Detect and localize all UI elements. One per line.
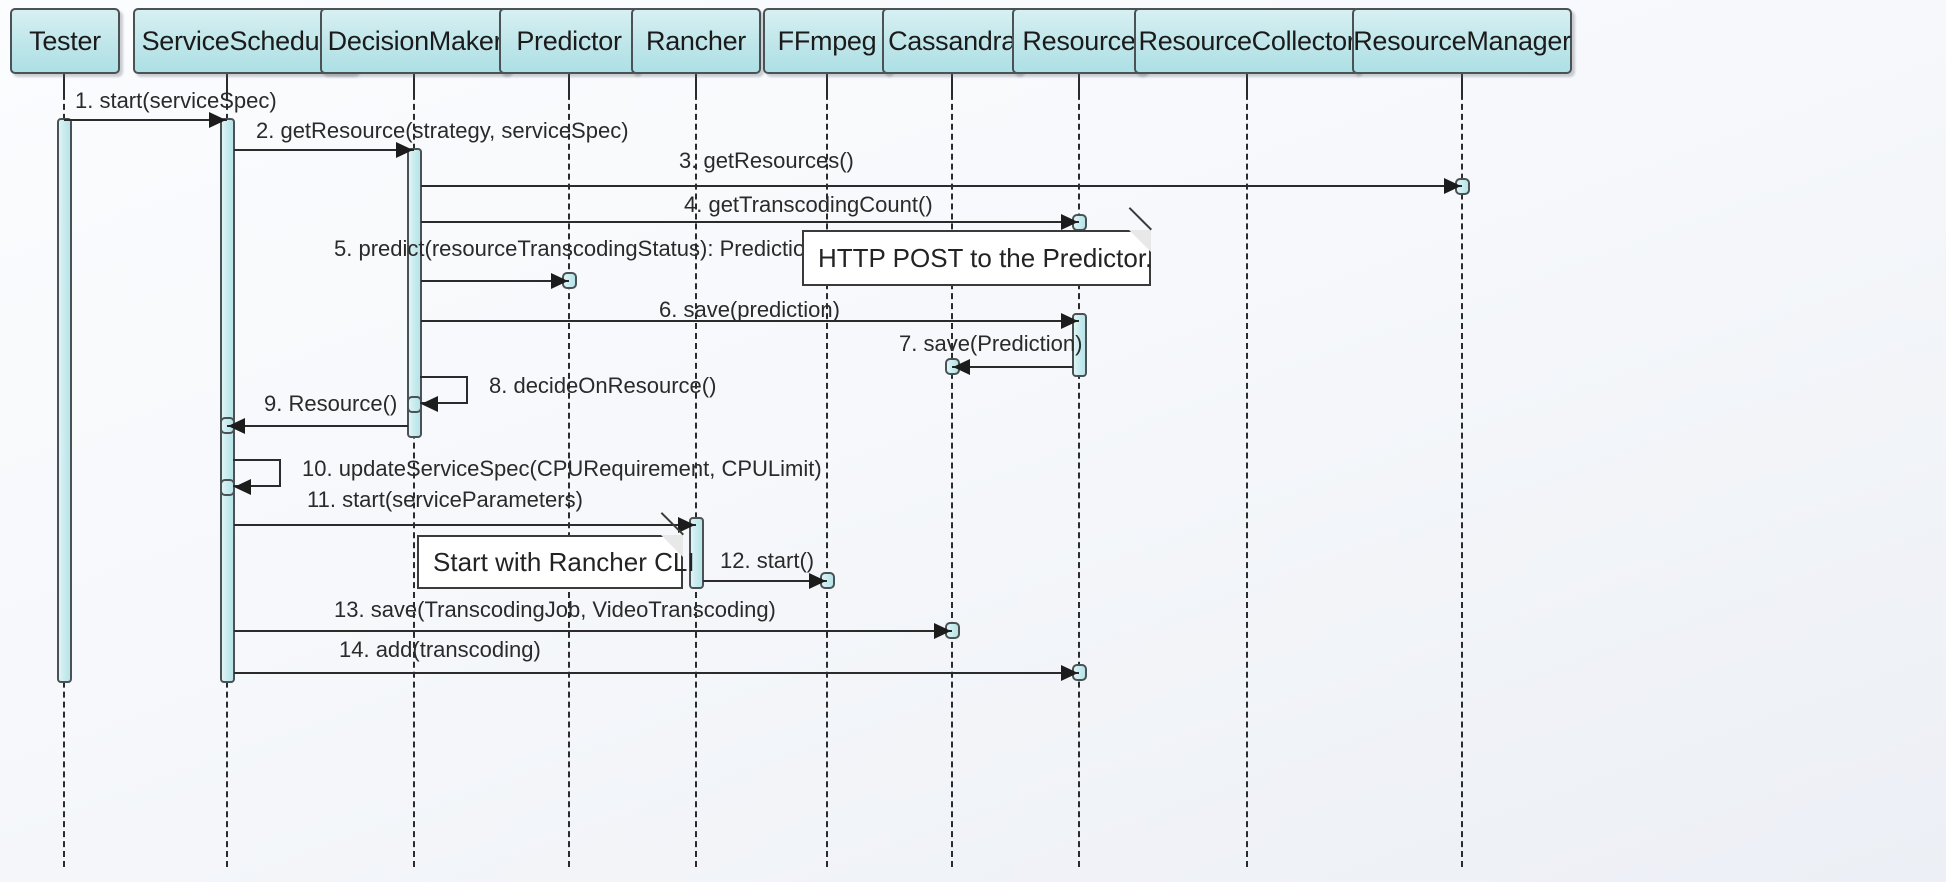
message-label-3: 3. getResources() bbox=[679, 148, 854, 173]
message-label-9: 9. Resource() bbox=[264, 391, 398, 416]
participant-label: Predictor bbox=[516, 25, 622, 56]
message-line-3 bbox=[421, 185, 1462, 187]
activation-bar-serviceScheduler bbox=[220, 118, 235, 683]
arrowhead-13 bbox=[934, 623, 951, 639]
participant-label: Tester bbox=[29, 25, 101, 56]
note-rancher-cli: Start with Rancher CLI bbox=[417, 512, 695, 589]
message-line-13 bbox=[234, 630, 952, 632]
participant-tester[interactable]: Tester bbox=[10, 8, 120, 74]
message-line-4 bbox=[421, 221, 1079, 223]
arrowhead-10 bbox=[234, 479, 251, 495]
participant-label: FFmpeg bbox=[777, 25, 877, 56]
lifeline-cassandra bbox=[951, 74, 953, 867]
message-line-5 bbox=[421, 280, 569, 282]
message-label-12: 12. start() bbox=[720, 548, 815, 573]
message-label-6: 6. save(prediction) bbox=[659, 297, 840, 322]
arrowhead-9 bbox=[228, 418, 245, 434]
message-label-7: 7. save(Prediction) bbox=[899, 331, 1083, 356]
participant-label: Rancher bbox=[646, 25, 746, 56]
lifeline-stub-resourceCollector bbox=[1246, 74, 1248, 96]
participant-resource[interactable]: Resource bbox=[1012, 8, 1146, 74]
message-line-2 bbox=[234, 149, 414, 151]
lifeline-stub-decisionMaker bbox=[413, 74, 415, 96]
note-dogear-icon bbox=[1129, 230, 1151, 252]
arrowhead-5 bbox=[551, 273, 568, 289]
lifeline-stub-predictor bbox=[568, 74, 570, 96]
message-label-1: 1. start(serviceSpec) bbox=[75, 88, 277, 113]
participant-label: Cassandra bbox=[888, 25, 1016, 56]
message-label-2: 2. getResource(strategy, serviceSpec) bbox=[256, 118, 629, 143]
arrowhead-4 bbox=[1061, 214, 1078, 230]
arrowhead-14 bbox=[1061, 665, 1078, 681]
lifeline-stub-resourceManager bbox=[1461, 74, 1463, 96]
note-fold-line bbox=[1128, 207, 1152, 231]
participant-label: Resource bbox=[1022, 25, 1136, 56]
note-dogear-icon bbox=[661, 535, 683, 557]
lifeline-stub-rancher bbox=[695, 74, 697, 96]
lifeline-stub-tester bbox=[63, 74, 65, 96]
note-http-post: HTTP POST to the Predictor. bbox=[802, 207, 1153, 286]
arrowhead-8 bbox=[421, 396, 438, 412]
participant-resourceCollector[interactable]: ResourceCollector bbox=[1134, 8, 1360, 74]
message-label-4: 4. getTranscodingCount() bbox=[684, 192, 933, 217]
arrowhead-7 bbox=[953, 359, 970, 375]
message-label-13: 13. save(TranscodingJob, VideoTranscodin… bbox=[334, 597, 776, 622]
message-label-5: 5. predict(resourceTranscodingStatus): P… bbox=[334, 236, 829, 261]
message-label-8: 8. decideOnResource() bbox=[489, 373, 717, 398]
lifeline-stub-ffmpeg bbox=[826, 74, 828, 96]
participant-label: ResourceManager bbox=[1353, 25, 1571, 56]
lifeline-resource bbox=[1078, 74, 1080, 867]
arrowhead-6 bbox=[1061, 313, 1078, 329]
message-line-14 bbox=[234, 672, 1079, 674]
message-line-7 bbox=[952, 366, 1073, 368]
participant-resourceManager[interactable]: ResourceManager bbox=[1352, 8, 1572, 74]
participant-cassandra[interactable]: Cassandra bbox=[882, 8, 1022, 74]
message-line-9 bbox=[227, 425, 408, 427]
note-text: HTTP POST to the Predictor. bbox=[818, 242, 1153, 273]
participant-ffmpeg[interactable]: FFmpeg bbox=[763, 8, 891, 74]
note-text: Start with Rancher CLI bbox=[433, 546, 695, 577]
message-line-11 bbox=[234, 524, 696, 526]
message-label-11: 11. start(serviceParameters) bbox=[307, 487, 583, 512]
message-line-1 bbox=[64, 119, 227, 121]
arrowhead-12 bbox=[809, 573, 826, 589]
participant-rancher[interactable]: Rancher bbox=[631, 8, 761, 74]
participant-label: ServiceScheduler bbox=[141, 25, 349, 56]
participant-label: DecisionMaker bbox=[327, 25, 503, 56]
lifeline-resourceCollector bbox=[1246, 74, 1248, 867]
message-label-10: 10. updateServiceSpec(CPURequirement, CP… bbox=[302, 456, 822, 481]
arrowhead-2 bbox=[396, 142, 413, 158]
participant-predictor[interactable]: Predictor bbox=[499, 8, 639, 74]
arrowhead-1 bbox=[209, 112, 226, 128]
participant-decisionMaker[interactable]: DecisionMaker bbox=[320, 8, 510, 74]
arrowhead-3 bbox=[1444, 178, 1461, 194]
message-label-14: 14. add(transcoding) bbox=[339, 637, 541, 662]
participant-label: ResourceCollector bbox=[1138, 25, 1356, 56]
activation-bar-tester bbox=[57, 118, 72, 683]
lifeline-stub-resource bbox=[1078, 74, 1080, 96]
lifeline-stub-cassandra bbox=[951, 74, 953, 96]
sequence-diagram-canvas: Tester ServiceScheduler DecisionMaker Predi… bbox=[0, 0, 1946, 882]
